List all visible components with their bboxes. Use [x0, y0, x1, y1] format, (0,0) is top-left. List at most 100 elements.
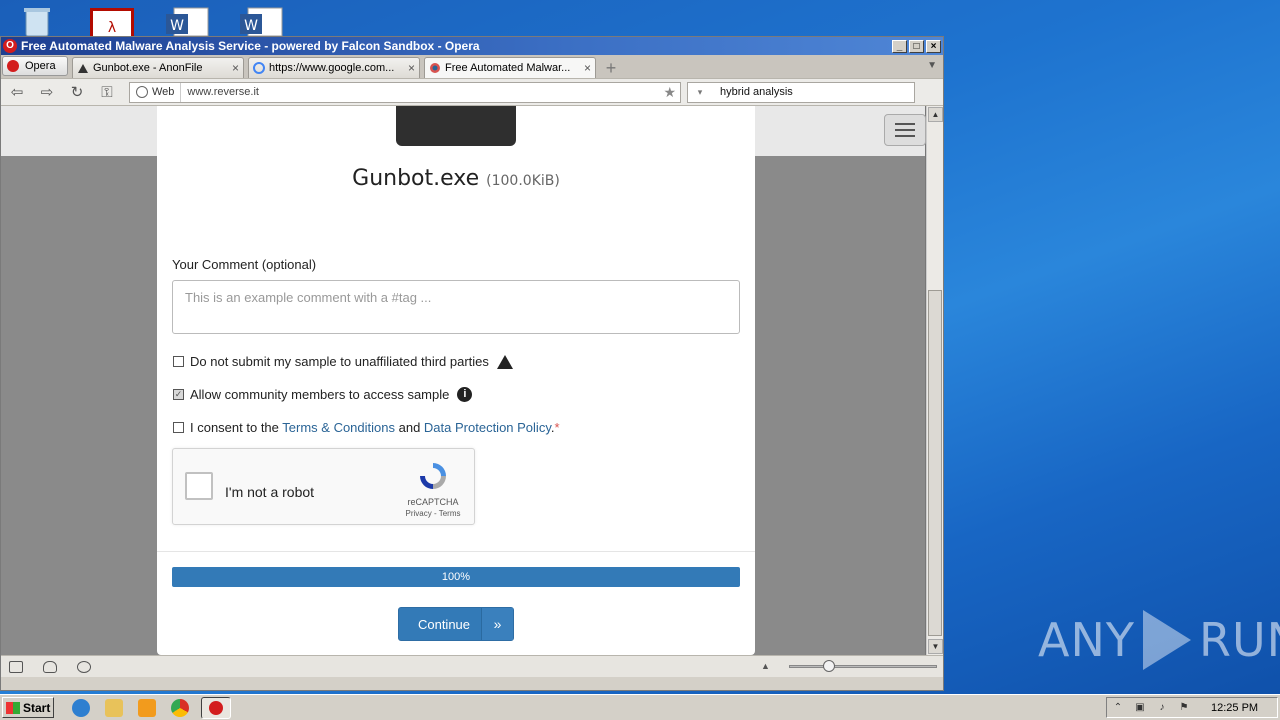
tab-close-icon[interactable]: × — [584, 61, 591, 75]
svg-text:W: W — [244, 18, 258, 34]
vertical-scrollbar[interactable]: ▲ ▼ — [926, 106, 943, 655]
tab-close-icon[interactable]: × — [232, 61, 239, 75]
file-name: Gunbot.exe — [352, 166, 480, 191]
third-party-label[interactable]: Do not submit my sample to unaffiliated … — [190, 354, 489, 369]
terms-link[interactable]: Terms & Conditions — [282, 420, 395, 435]
comment-textarea[interactable]: This is an example comment with a #tag .… — [172, 280, 740, 334]
watermark-left: ANY — [1038, 613, 1135, 667]
info-icon[interactable]: i — [457, 387, 473, 402]
recaptcha-label: I'm not a robot — [225, 484, 315, 500]
reload-icon[interactable]: ↻ — [65, 83, 89, 101]
cloud-sync-icon[interactable] — [43, 660, 57, 673]
network-icon[interactable]: ▣ — [1133, 702, 1147, 714]
media-player-icon[interactable] — [138, 698, 156, 717]
hamburger-menu-icon[interactable] — [884, 114, 926, 146]
show-hidden-icons-icon[interactable]: ⌃ — [1111, 702, 1125, 714]
community-checkbox[interactable]: ✓ — [173, 389, 184, 400]
scroll-up-icon[interactable]: ▲ — [928, 107, 943, 122]
play-icon — [1142, 610, 1191, 670]
chrome-icon[interactable] — [171, 698, 189, 717]
bookmark-star-icon[interactable]: ★ — [663, 84, 680, 101]
community-label[interactable]: Allow community members to access sample — [190, 387, 449, 402]
policy-link[interactable]: Data Protection Policy — [424, 420, 551, 435]
scroll-down-icon[interactable]: ▼ — [928, 639, 943, 654]
action-center-flag-icon[interactable]: ⚑ — [1177, 702, 1191, 714]
consent-prefix: I consent to the — [190, 420, 283, 435]
section-divider — [157, 551, 755, 552]
scrollbar-thumb[interactable] — [928, 290, 942, 636]
zoom-slider-knob[interactable] — [822, 660, 835, 672]
svg-text:λ: λ — [108, 20, 116, 36]
volume-icon[interactable]: ♪ — [1155, 702, 1169, 714]
consent-option: I consent to the Terms & Conditions and … — [173, 420, 560, 435]
key-icon[interactable]: ⚿ — [95, 84, 119, 101]
svg-text:W: W — [170, 18, 184, 34]
page-viewport: Gunbot.exe (100.0KiB) Your Comment (opti… — [1, 106, 943, 655]
tab-close-icon[interactable]: × — [408, 61, 415, 75]
search-engine-dropdown-icon[interactable]: ▾ — [688, 83, 712, 102]
tab-label: Free Automated Malwar... — [445, 62, 571, 74]
tab-anonfile[interactable]: Gunbot.exe - AnonFile × — [72, 57, 244, 78]
continue-label: Continue — [417, 616, 471, 632]
opera-logo-icon: O — [3, 39, 17, 53]
tab-label: Gunbot.exe - AnonFile — [93, 62, 203, 74]
recaptcha-checkbox[interactable] — [185, 472, 213, 500]
taskbar: Start ⌃ ▣ ♪ ⚑ 12:25 PM — [0, 694, 1280, 720]
start-button[interactable]: Start — [2, 697, 54, 718]
internet-explorer-icon[interactable] — [72, 698, 90, 717]
close-button[interactable]: × — [926, 39, 941, 53]
url-text[interactable]: www.reverse.it — [181, 86, 663, 98]
anyrun-watermark: ANY RUN — [1038, 610, 1280, 670]
minimize-button[interactable]: _ — [892, 39, 907, 53]
file-size: (100.0KiB) — [486, 173, 560, 189]
status-bar: ▲ — [1, 655, 943, 677]
opera-icon — [209, 700, 223, 715]
pdf-file-icon[interactable]: λ — [90, 6, 134, 36]
address-bar[interactable]: Web www.reverse.it ★ — [129, 81, 681, 103]
third-party-checkbox[interactable] — [173, 356, 184, 367]
recycle-bin-icon[interactable] — [16, 6, 60, 37]
word-document-icon[interactable]: W — [164, 6, 209, 37]
consent-checkbox[interactable] — [173, 422, 184, 433]
anonfile-favicon-icon — [78, 64, 88, 73]
warning-icon[interactable] — [496, 354, 513, 369]
web-badge[interactable]: Web — [130, 82, 182, 102]
community-option: ✓ Allow community members to access samp… — [173, 387, 473, 402]
google-favicon-icon — [253, 62, 265, 74]
turbo-gauge-icon[interactable] — [77, 660, 91, 673]
panel-toggle-icon[interactable] — [9, 660, 23, 673]
file-explorer-icon[interactable] — [105, 698, 123, 717]
tab-list-chevron-icon[interactable]: ▼ — [927, 60, 937, 71]
comment-label: Your Comment (optional) — [172, 257, 317, 272]
opera-menu-label: Opera — [25, 60, 56, 72]
maximize-button[interactable]: □ — [909, 39, 924, 53]
zoom-slider[interactable] — [789, 665, 937, 668]
tab-hybrid-analysis[interactable]: Free Automated Malwar... × — [424, 57, 596, 78]
back-arrow-icon[interactable]: ⇦ — [5, 83, 29, 101]
third-party-option: Do not submit my sample to unaffiliated … — [173, 354, 513, 369]
zoom-view-icon[interactable]: ▲ — [761, 661, 770, 671]
new-tab-button[interactable]: + — [600, 58, 622, 78]
forward-arrow-icon[interactable]: ⇨ — [35, 83, 59, 101]
word-document-icon[interactable]: W — [238, 6, 283, 37]
opera-taskbar-button[interactable] — [201, 696, 231, 719]
tab-bar: Opera Gunbot.exe - AnonFile × https://ww… — [1, 55, 943, 78]
recaptcha-widget: I'm not a robot reCAPTCHA Privacy - Term… — [172, 448, 475, 525]
window-title: Free Automated Malware Analysis Service … — [21, 39, 480, 53]
opera-menu-button[interactable]: Opera — [2, 56, 68, 76]
file-heading: Gunbot.exe (100.0KiB) — [157, 166, 755, 191]
windows-flag-icon — [6, 701, 20, 714]
search-input[interactable]: hybrid analysis — [712, 86, 793, 98]
recaptcha-logo-icon — [420, 463, 446, 489]
search-box[interactable]: ▾ hybrid analysis — [687, 81, 915, 103]
recaptcha-links[interactable]: Privacy - Terms — [401, 509, 465, 518]
upload-progress-bar: 100% — [172, 567, 740, 587]
clock[interactable]: 12:25 PM — [1211, 702, 1258, 714]
continue-button[interactable]: Continue » — [398, 607, 514, 641]
navigation-bar: ⇦ ⇨ ↻ ⚿ Web www.reverse.it ★ ▾ hybrid an… — [1, 78, 943, 106]
title-bar[interactable]: O Free Automated Malware Analysis Servic… — [1, 37, 943, 55]
progress-fill: 100% — [172, 567, 740, 587]
double-chevron-right-icon: » — [481, 608, 513, 640]
tab-google[interactable]: https://www.google.com... × — [248, 57, 420, 78]
start-label: Start — [23, 700, 51, 715]
